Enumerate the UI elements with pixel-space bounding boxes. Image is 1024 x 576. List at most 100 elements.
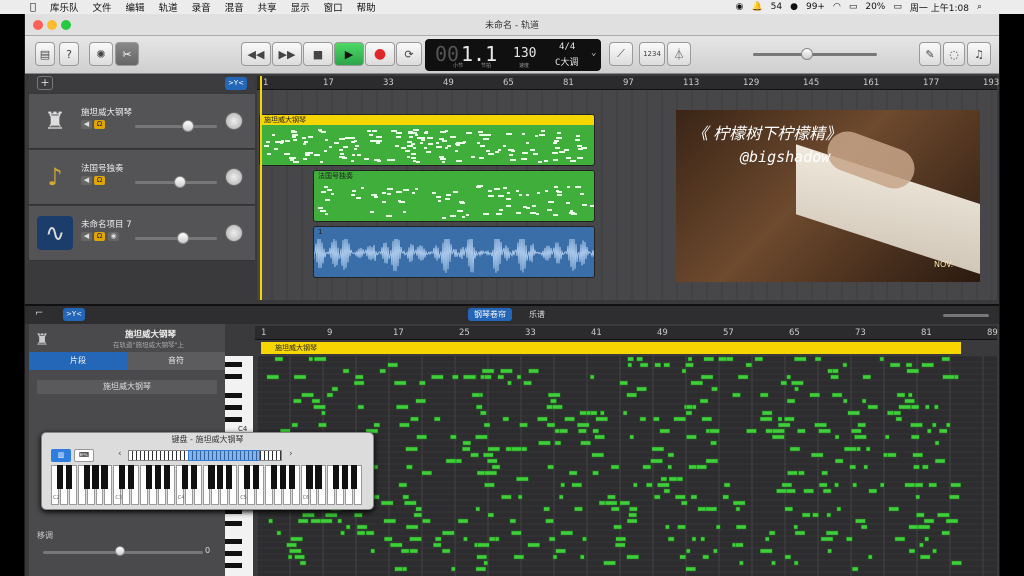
record-button[interactable]: ● (365, 42, 395, 66)
lcd-tempo[interactable]: 130 (513, 46, 536, 61)
menu-view[interactable]: 显示 (291, 0, 310, 14)
pan-knob[interactable] (225, 224, 243, 242)
pan-knob[interactable] (225, 168, 243, 186)
play-button[interactable]: ▶ (334, 42, 364, 66)
track-header[interactable]: ♜ 施坦威大钢琴 ◀ Ω (29, 94, 255, 149)
library-button[interactable]: ▤ (35, 42, 55, 66)
wifi-icon[interactable]: ◠ (833, 2, 841, 12)
black-key[interactable] (315, 465, 322, 489)
editors-button[interactable]: ✂ (115, 42, 139, 66)
battery-icon[interactable]: ▭ (893, 2, 902, 12)
onscreen-keyboard-window[interactable]: 键盘 - 施坦威大钢琴 ▥ ⌨ ‹ › C2 C3 C4 C5 C6 (41, 432, 374, 510)
mute-icon[interactable]: ◀ (81, 176, 92, 185)
notepad-button[interactable]: ✎ (919, 42, 941, 66)
inspector-tab-region[interactable]: 片段 (29, 352, 127, 370)
search-icon[interactable]: ⌕ (977, 2, 982, 12)
close-button[interactable] (33, 20, 43, 30)
notification-icon[interactable]: 🔔 (751, 2, 762, 12)
headphones-icon[interactable]: Ω (94, 232, 105, 241)
lcd-signature[interactable]: 4/4 (559, 42, 575, 52)
octave-left-icon[interactable]: ‹ (118, 449, 122, 459)
automation-icon[interactable]: ⌐ (35, 308, 43, 319)
black-key[interactable] (225, 404, 242, 410)
menu-record[interactable]: 录音 (192, 0, 211, 14)
editor-zoom-slider[interactable] (943, 314, 989, 317)
black-key[interactable] (101, 465, 108, 489)
black-key[interactable] (190, 465, 197, 489)
track-header[interactable]: ∿ 未命名项目 7 ◀ Ω ◉ (29, 206, 255, 261)
track-name[interactable]: 未命名项目 7 (81, 218, 132, 230)
black-key[interactable] (92, 465, 99, 489)
pan-knob[interactable] (225, 112, 243, 130)
editor-ruler[interactable]: 1 9 17 25 33 41 49 57 65 73 81 89 (255, 326, 998, 340)
menu-edit[interactable]: 编辑 (126, 0, 145, 14)
editor-region-bar[interactable]: 施坦威大钢琴 (261, 342, 961, 354)
wechat-icon[interactable]: ● (790, 2, 798, 12)
black-key[interactable] (225, 551, 242, 557)
black-key[interactable] (350, 465, 358, 489)
track-volume-knob[interactable] (182, 120, 195, 132)
mute-icon[interactable]: ◀ (81, 232, 92, 241)
piano-region[interactable]: 施坦威大钢琴 (259, 114, 595, 166)
black-key[interactable] (225, 362, 242, 368)
input-monitor-icon[interactable]: ◉ (108, 232, 119, 241)
black-key[interactable] (65, 465, 72, 489)
loop-browser-button[interactable]: ◌ (943, 42, 965, 66)
tuner-button[interactable]: ⟋ (609, 42, 633, 66)
headphones-icon[interactable]: Ω (94, 176, 105, 185)
menu-track[interactable]: 轨道 (159, 0, 178, 14)
black-key[interactable] (83, 465, 90, 489)
black-key[interactable] (225, 417, 242, 422)
playhead[interactable] (260, 76, 262, 300)
black-key[interactable] (163, 465, 170, 489)
octave-right-icon[interactable]: › (289, 449, 293, 459)
inspector-region-name[interactable]: 施坦威大钢琴 (37, 380, 217, 394)
black-key[interactable] (225, 563, 242, 569)
editor-filter-button[interactable]: >Y< (63, 308, 85, 321)
menu-window[interactable]: 窗口 (324, 0, 343, 14)
keyboard-keys[interactable]: C2 C3 C4 C5 C6 (51, 465, 363, 505)
cycle-button[interactable]: ⟳ (396, 42, 422, 66)
black-key[interactable] (181, 465, 188, 489)
minimize-button[interactable] (47, 20, 57, 30)
apple-icon[interactable]:  (30, 2, 36, 13)
keyboard-range-selection[interactable] (188, 450, 260, 461)
timeline-ruler[interactable]: 1 17 33 49 65 81 97 113 129 145 161 177 193 (257, 76, 999, 90)
count-in-button[interactable]: 1234 (639, 42, 665, 66)
track-volume-knob[interactable] (174, 176, 187, 188)
headphones-icon[interactable]: Ω (94, 120, 105, 129)
tab-score[interactable]: 乐谱 (523, 308, 551, 321)
menu-mix[interactable]: 混音 (225, 0, 244, 14)
black-key[interactable] (306, 465, 313, 489)
lcd-display[interactable]: 00 1.1 小节 节拍 130 速度 4/4 C大调 ⌄ (425, 39, 601, 71)
keyboard-mode-piano[interactable]: ▥ (51, 449, 71, 462)
menu-share[interactable]: 共享 (258, 0, 277, 14)
audio-region[interactable]: 1 (313, 226, 595, 278)
black-key[interactable] (342, 465, 349, 489)
black-key[interactable] (225, 539, 242, 544)
horn-region[interactable]: 法国号独奏 (313, 170, 595, 222)
black-key[interactable] (145, 465, 153, 489)
track-volume-slider[interactable] (135, 125, 217, 128)
media-browser-button[interactable]: ♫ (967, 42, 991, 66)
record-status-icon[interactable]: ◉ (736, 2, 744, 12)
stop-button[interactable]: ■ (303, 42, 333, 66)
black-key[interactable] (56, 465, 64, 489)
track-header[interactable]: ♪ 法国号独奏 ◀ Ω (29, 150, 255, 205)
mute-icon[interactable]: ◀ (81, 120, 92, 129)
black-key[interactable] (128, 465, 135, 489)
black-key[interactable] (225, 392, 242, 398)
black-key[interactable] (119, 465, 126, 489)
menu-help[interactable]: 帮助 (357, 0, 376, 14)
forward-button[interactable]: ▶▶ (272, 42, 302, 66)
black-key[interactable] (226, 465, 233, 489)
track-name[interactable]: 法国号独奏 (81, 162, 124, 174)
black-key[interactable] (270, 465, 277, 489)
black-key[interactable] (288, 465, 295, 489)
lcd-key[interactable]: C大调 (555, 55, 578, 68)
black-key[interactable] (217, 465, 224, 489)
track-volume-knob[interactable] (176, 232, 189, 244)
black-key[interactable] (225, 520, 242, 526)
black-key[interactable] (333, 465, 340, 489)
airplay-icon[interactable]: ▭ (849, 2, 858, 12)
